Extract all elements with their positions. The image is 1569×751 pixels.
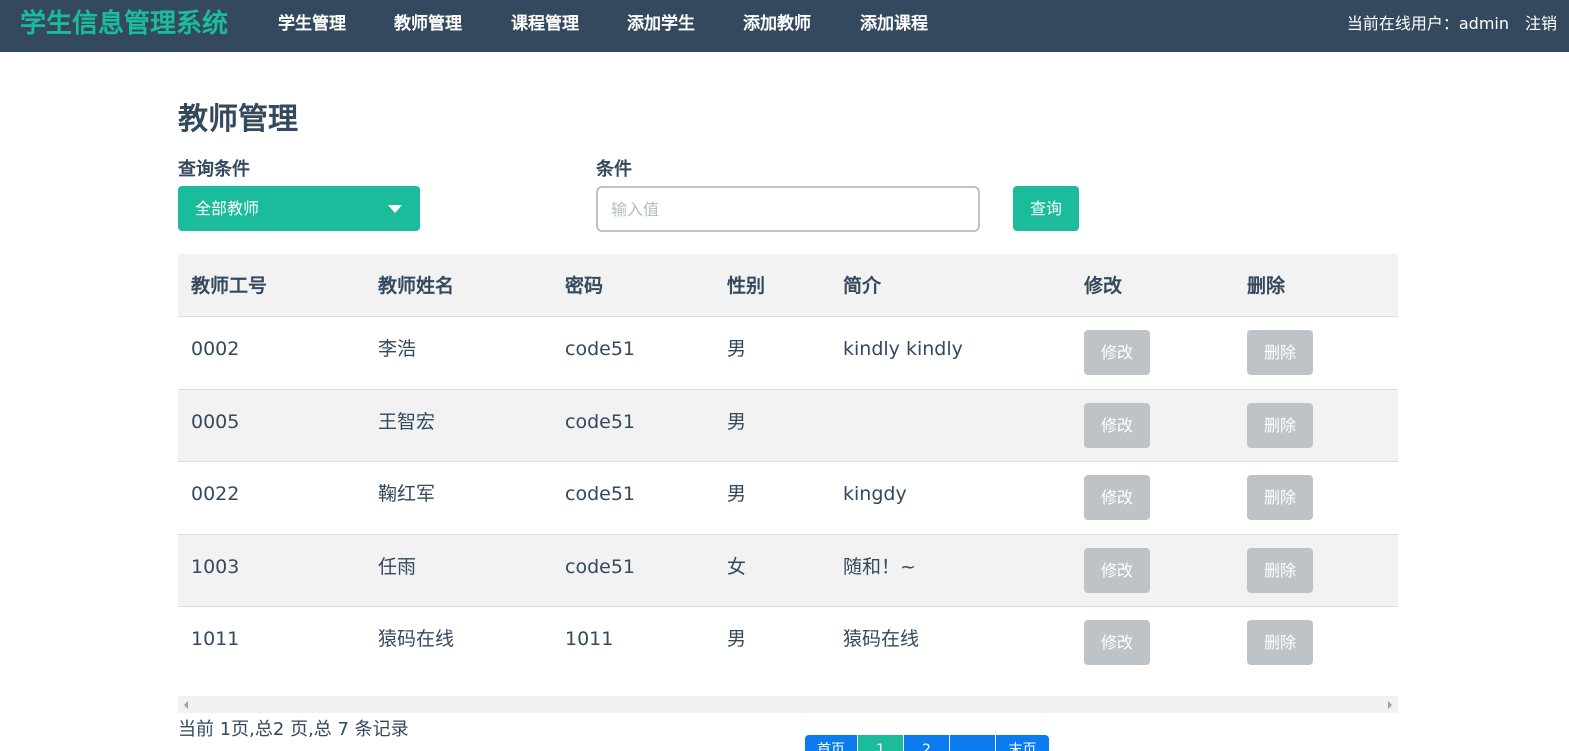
nav-item-add-teacher[interactable]: 添加教师 <box>743 13 811 35</box>
page-1-button[interactable]: 1 <box>858 735 904 751</box>
header-password: 密码 <box>565 275 604 297</box>
nav-item-course-management[interactable]: 课程管理 <box>511 13 579 35</box>
scroll-left-icon[interactable] <box>184 701 188 709</box>
query-condition-select[interactable]: 全部教师 <box>178 186 420 231</box>
cell-teacher-name: 猿码在线 <box>378 628 455 650</box>
horizontal-scrollbar[interactable] <box>178 696 1398 713</box>
top-navbar: 学生信息管理系统 学生管理 教师管理 课程管理 添加学生 添加教师 添加课程 当… <box>0 0 1569 52</box>
select-value: 全部教师 <box>195 199 260 218</box>
cell-gender: 男 <box>727 410 747 433</box>
cell-intro: 猿码在线 <box>843 628 920 650</box>
cell-teacher-name: 李浩 <box>378 338 417 360</box>
current-user-text: 当前在线用户：admin <box>1346 14 1509 33</box>
page-2-button[interactable]: 2 <box>904 735 950 751</box>
condition-input[interactable] <box>596 186 980 232</box>
table-header: 教师工号 教师姓名 密码 性别 简介 修改 删除 <box>178 254 1398 317</box>
cell-intro: kindly kindly <box>843 338 963 360</box>
cell-intro: 随和！~ <box>843 555 916 578</box>
teacher-table: 教师工号 教师姓名 密码 性别 简介 修改 删除 0002 李浩 code51 … <box>178 254 1398 680</box>
nav-item-add-course[interactable]: 添加课程 <box>860 13 928 35</box>
cell-password: code51 <box>565 338 635 360</box>
edit-button[interactable]: 修改 <box>1084 475 1150 520</box>
cell-gender: 男 <box>727 483 747 505</box>
delete-button[interactable]: 删除 <box>1247 330 1313 375</box>
edit-button[interactable]: 修改 <box>1084 620 1150 665</box>
header-delete: 删除 <box>1247 275 1286 297</box>
query-button[interactable]: 查询 <box>1013 186 1079 231</box>
cell-intro: kingdy <box>843 483 907 505</box>
cell-gender: 男 <box>727 628 747 650</box>
cell-teacher-id: 0005 <box>191 410 240 433</box>
table-row: 1003 任雨 code51 女 随和！~ 修改 删除 <box>178 534 1398 607</box>
header-teacher-name: 教师姓名 <box>378 275 455 297</box>
header-edit: 修改 <box>1084 275 1123 297</box>
cell-gender: 男 <box>727 338 747 360</box>
table-row: 0005 王智宏 code51 男 修改 删除 <box>178 389 1398 462</box>
query-condition-label: 查询条件 <box>178 159 250 180</box>
delete-button[interactable]: 删除 <box>1247 620 1313 665</box>
scroll-right-icon[interactable] <box>1388 701 1392 709</box>
cell-password: code51 <box>565 410 635 433</box>
cell-teacher-id: 0022 <box>191 483 240 505</box>
pagination-info: 当前 1页,总2 页,总 7 条记录 <box>178 719 409 740</box>
cell-gender: 女 <box>727 555 747 578</box>
header-gender: 性别 <box>727 275 766 297</box>
caret-down-icon <box>388 205 402 213</box>
pagination: 首页 1 2 末页 <box>805 735 1049 751</box>
delete-button[interactable]: 删除 <box>1247 547 1313 593</box>
cell-teacher-name: 任雨 <box>378 555 417 578</box>
nav-item-add-student[interactable]: 添加学生 <box>627 13 695 35</box>
cell-password: 1011 <box>565 628 614 650</box>
condition-label: 条件 <box>596 159 632 180</box>
cell-teacher-id: 1011 <box>191 628 240 650</box>
cell-teacher-name: 鞠红军 <box>378 483 436 505</box>
header-intro: 简介 <box>843 275 882 297</box>
header-teacher-id: 教师工号 <box>191 275 268 297</box>
edit-button[interactable]: 修改 <box>1084 547 1150 593</box>
edit-button[interactable]: 修改 <box>1084 402 1150 448</box>
cell-teacher-id: 1003 <box>191 555 240 578</box>
table-row: 1011 猿码在线 1011 男 猿码在线 修改 删除 <box>178 607 1398 680</box>
cell-password: code51 <box>565 555 635 578</box>
table-row: 0022 鞠红军 code51 男 kingdy 修改 删除 <box>178 462 1398 535</box>
app-brand[interactable]: 学生信息管理系统 <box>20 8 228 40</box>
cell-password: code51 <box>565 483 635 505</box>
page-last-button[interactable]: 末页 <box>996 735 1049 751</box>
delete-button[interactable]: 删除 <box>1247 475 1313 520</box>
edit-button[interactable]: 修改 <box>1084 330 1150 375</box>
logout-link[interactable]: 注销 <box>1525 13 1557 35</box>
cell-teacher-name: 王智宏 <box>378 410 436 433</box>
page-next-button[interactable] <box>950 735 996 751</box>
page-first-button[interactable]: 首页 <box>805 735 858 751</box>
table-row: 0002 李浩 code51 男 kindly kindly 修改 删除 <box>178 317 1398 390</box>
page-title: 教师管理 <box>178 102 298 137</box>
nav-item-teacher-management[interactable]: 教师管理 <box>394 13 462 35</box>
cell-teacher-id: 0002 <box>191 338 240 360</box>
delete-button[interactable]: 删除 <box>1247 402 1313 448</box>
nav-item-student-management[interactable]: 学生管理 <box>278 13 346 35</box>
